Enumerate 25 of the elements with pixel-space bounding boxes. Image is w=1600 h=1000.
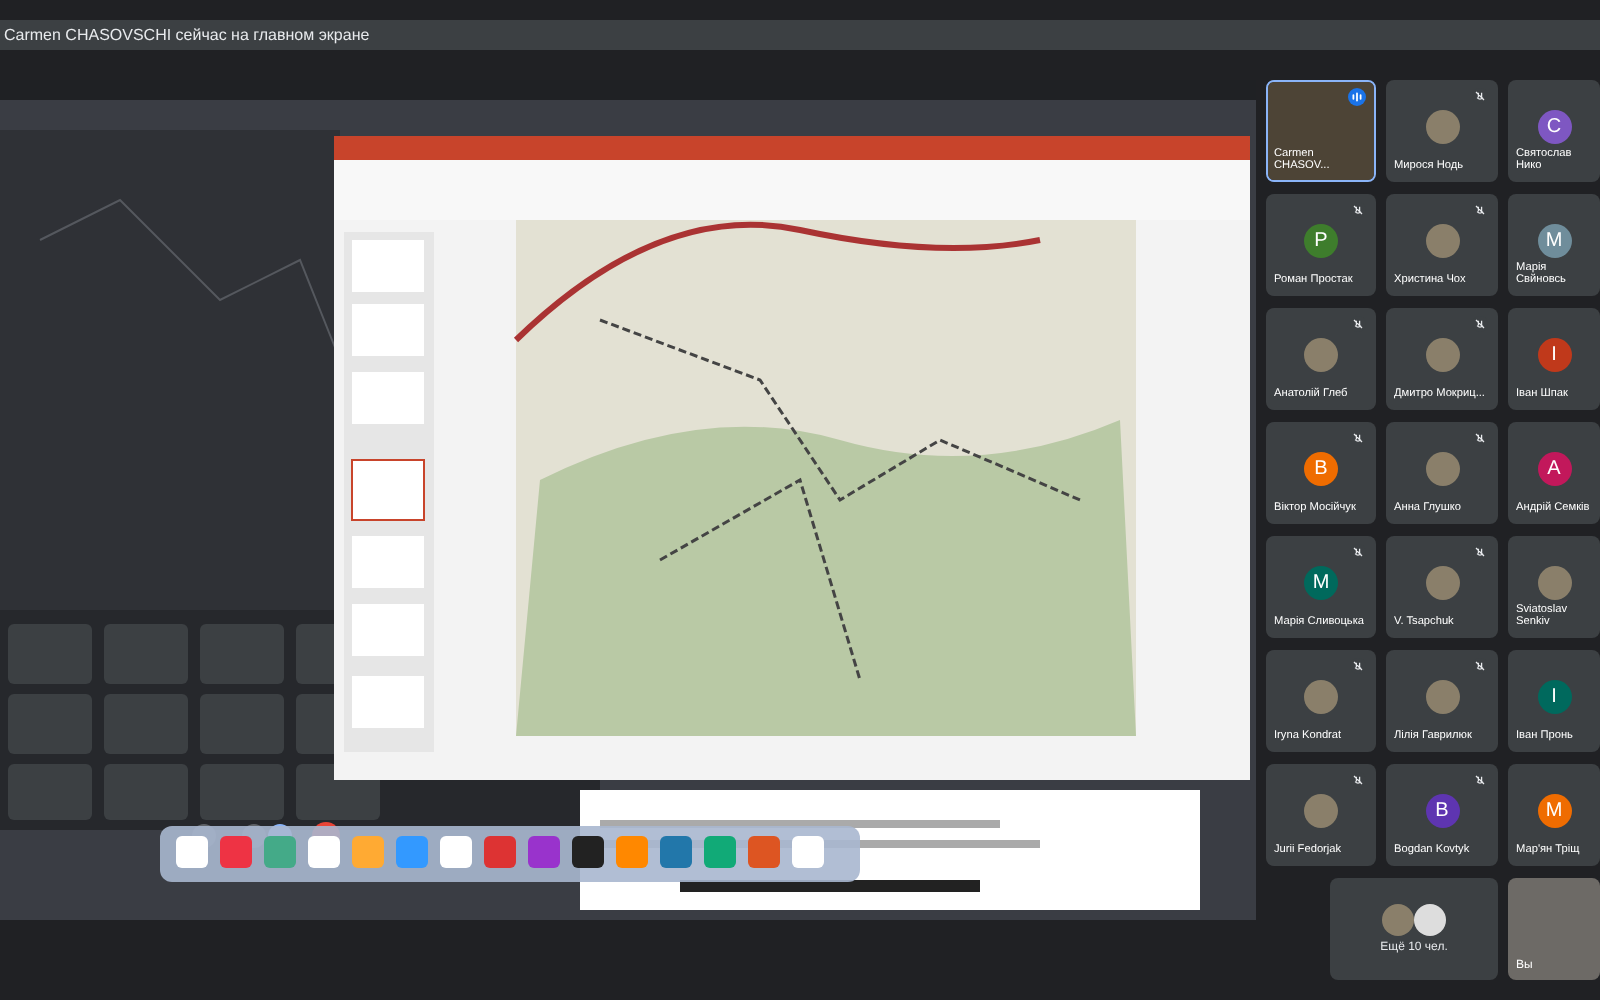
avatar-placeholder — [1425, 224, 1459, 258]
letter-avatar: B — [1425, 794, 1459, 828]
avatar-placeholder — [1537, 566, 1571, 600]
letter-avatar: P — [1304, 224, 1338, 258]
letter-avatar: A — [1537, 452, 1571, 486]
letter-avatar: I — [1537, 680, 1571, 714]
avatar-placeholder — [1304, 794, 1338, 828]
video-placeholder — [1268, 82, 1374, 180]
avatar-placeholder — [1425, 110, 1459, 144]
letter-avatar: M — [1537, 794, 1571, 828]
letter-avatar: M — [1537, 224, 1571, 258]
avatar-placeholder — [1425, 680, 1459, 714]
avatar-placeholder — [1382, 904, 1414, 936]
letter-avatar: B — [1304, 452, 1338, 486]
avatar-placeholder — [1425, 452, 1459, 486]
audio-level-icon — [1348, 88, 1366, 106]
avatar-placeholder — [1414, 904, 1446, 936]
letter-avatar: M — [1304, 566, 1338, 600]
presenter-banner: Carmen CHASOVSCHI сейчас на главном экране — [0, 20, 1600, 50]
avatar-placeholder — [1425, 566, 1459, 600]
letter-avatar: C — [1537, 110, 1571, 144]
avatar-placeholder — [1304, 680, 1338, 714]
avatar-placeholder — [1425, 338, 1459, 372]
letter-avatar: I — [1537, 338, 1571, 372]
avatar-placeholder — [1304, 338, 1338, 372]
